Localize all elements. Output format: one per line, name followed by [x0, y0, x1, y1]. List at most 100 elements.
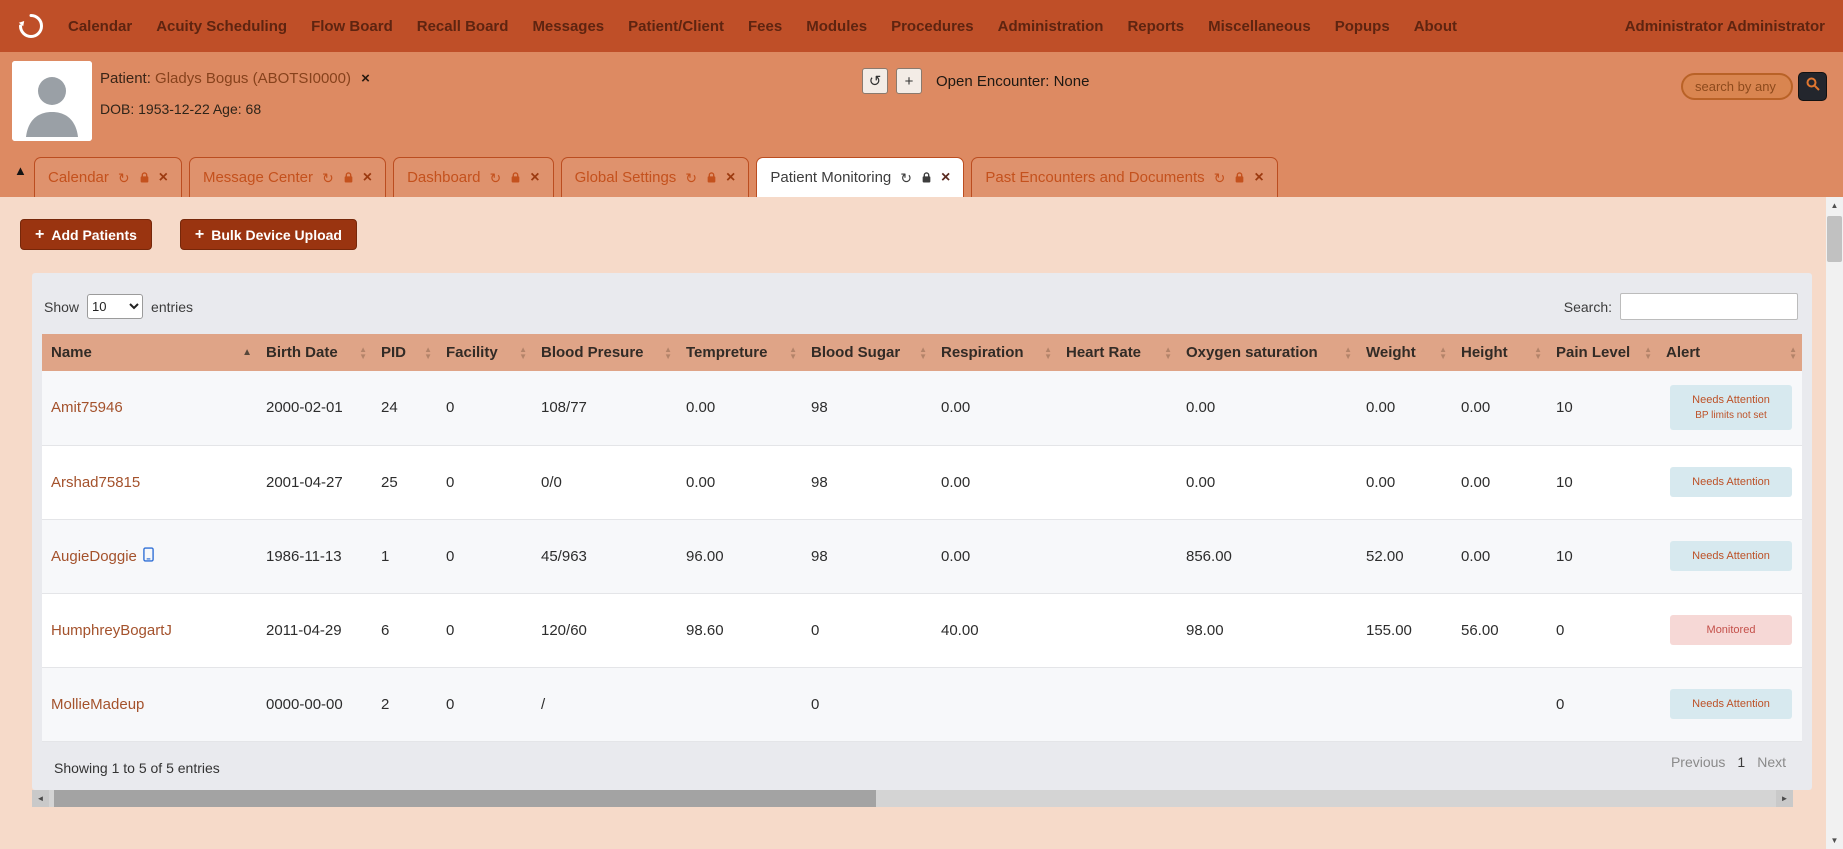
patient-row-link[interactable]: Arshad75815 [51, 474, 140, 491]
column-header-height[interactable]: Height ▲ ▼ [1452, 334, 1547, 371]
lock-icon[interactable] [921, 171, 932, 184]
refresh-icon[interactable]: ↻ [1214, 171, 1226, 185]
horizontal-scrollbar[interactable]: ◄ ► [32, 790, 1793, 807]
scroll-down-icon[interactable]: ▼ [1826, 832, 1843, 849]
cell-pain-level: 10 [1556, 399, 1573, 417]
column-header-heart-rate[interactable]: Heart Rate ▲ ▼ [1057, 334, 1177, 371]
tab-dashboard[interactable]: Dashboard ↻ × [393, 157, 554, 197]
sort-icon: ▲ ▼ [789, 344, 797, 361]
column-header-weight[interactable]: Weight ▲ ▼ [1357, 334, 1452, 371]
add-patients-button[interactable]: + Add Patients [20, 219, 152, 250]
nav-item-popups[interactable]: Popups [1335, 18, 1390, 35]
patient-row-link[interactable]: Amit75946 [51, 399, 123, 416]
lock-icon[interactable] [510, 171, 521, 184]
cell-height: 0.00 [1461, 399, 1491, 417]
vertical-scrollbar[interactable]: ▲ ▼ [1826, 197, 1843, 849]
pagination-next[interactable]: Next [1757, 754, 1786, 770]
column-header-facility[interactable]: Facility ▲ ▼ [437, 334, 532, 371]
app-logo-icon[interactable] [18, 13, 44, 39]
patient-row-link[interactable]: MollieMadeup [51, 696, 144, 713]
lock-icon[interactable] [139, 171, 150, 184]
column-header-alert[interactable]: Alert ▲ ▼ [1657, 334, 1802, 371]
nav-item-administration[interactable]: Administration [998, 18, 1104, 35]
refresh-icon[interactable]: ↻ [118, 171, 130, 185]
refresh-icon[interactable]: ↻ [900, 171, 912, 185]
close-tab-icon[interactable]: × [363, 169, 372, 187]
nav-item-calendar[interactable]: Calendar [68, 18, 132, 35]
column-header-name[interactable]: Name ▲ [42, 334, 257, 371]
column-header-oxygen-saturation[interactable]: Oxygen saturation ▲ ▼ [1177, 334, 1357, 371]
cell-temperature: 96.00 [686, 547, 724, 565]
encounter-history-button[interactable]: ↺ [862, 68, 888, 94]
nav-item-recall-board[interactable]: Recall Board [417, 18, 509, 35]
nav-item-fees[interactable]: Fees [748, 18, 782, 35]
nav-item-patient-client[interactable]: Patient/Client [628, 18, 724, 35]
lock-icon[interactable] [1234, 171, 1245, 184]
nav-item-miscellaneous[interactable]: Miscellaneous [1208, 18, 1311, 35]
cell-blood-pressure: 108/77 [541, 399, 587, 417]
cell-respiration: 0.00 [941, 399, 971, 417]
cell-oxygen-saturation: 0.00 [1186, 473, 1216, 491]
patient-search-button[interactable] [1798, 72, 1827, 101]
close-tab-icon[interactable]: × [726, 169, 735, 187]
pagination-previous[interactable]: Previous [1671, 754, 1725, 770]
column-header-pid[interactable]: PID ▲ ▼ [372, 334, 437, 371]
patient-row-link[interactable]: AugieDoggie [51, 548, 137, 565]
current-user-label[interactable]: Administrator Administrator [1625, 18, 1825, 35]
cell-pid: 2 [381, 695, 390, 713]
scroll-left-icon[interactable]: ◄ [32, 790, 49, 807]
scroll-up-icon[interactable]: ▲ [1826, 197, 1843, 214]
close-tab-icon[interactable]: × [159, 169, 168, 187]
nav-item-modules[interactable]: Modules [806, 18, 867, 35]
lock-icon[interactable] [343, 171, 354, 184]
refresh-icon[interactable]: ↻ [685, 171, 697, 185]
refresh-icon[interactable]: ↻ [489, 171, 501, 185]
column-header-pain-level[interactable]: Pain Level ▲ ▼ [1547, 334, 1657, 371]
sort-icon: ▲ ▼ [1789, 344, 1797, 361]
refresh-icon[interactable]: ↻ [322, 171, 334, 185]
tab-patient-monitoring[interactable]: Patient Monitoring ↻ × [756, 157, 965, 197]
patient-name-link[interactable]: Gladys Bogus (ABOTSI0000) [155, 70, 351, 87]
column-header-temperature[interactable]: Tempreture ▲ ▼ [677, 334, 802, 371]
tab-message-center[interactable]: Message Center ↻ × [188, 157, 387, 197]
cell-weight [1357, 667, 1452, 741]
close-patient-icon[interactable]: × [361, 70, 370, 87]
nav-item-reports[interactable]: Reports [1127, 18, 1184, 35]
nav-item-procedures[interactable]: Procedures [891, 18, 974, 35]
column-header-blood-pressure[interactable]: Blood Presure ▲ ▼ [532, 334, 677, 371]
tab-past-encounters-documents[interactable]: Past Encounters and Documents ↻ × [971, 157, 1278, 197]
cell-oxygen-saturation [1177, 667, 1357, 741]
cell-facility: 0 [446, 547, 455, 565]
device-icon[interactable] [143, 546, 154, 566]
column-header-blood-sugar[interactable]: Blood Sugar ▲ ▼ [802, 334, 932, 371]
column-header-respiration[interactable]: Respiration ▲ ▼ [932, 334, 1057, 371]
cell-pid: 25 [381, 473, 398, 491]
nav-item-messages[interactable]: Messages [532, 18, 604, 35]
nav-item-flow-board[interactable]: Flow Board [311, 18, 393, 35]
vertical-scrollbar-thumb[interactable] [1827, 216, 1842, 262]
table-row: Arshad75815 2001-04-27 25 0 0/0 0.00 98 … [42, 445, 1802, 519]
horizontal-scrollbar-thumb[interactable] [54, 790, 876, 807]
pagination-page-1[interactable]: 1 [1737, 754, 1745, 770]
close-tab-icon[interactable]: × [1254, 169, 1263, 187]
lock-icon[interactable] [706, 171, 717, 184]
table-search-input[interactable] [1620, 293, 1798, 320]
tab-global-settings[interactable]: Global Settings ↻ × [560, 157, 750, 197]
sort-icon: ▲ ▼ [519, 344, 527, 361]
table-controls: Show 10 entries Search: [32, 273, 1812, 334]
collapse-tabs-icon[interactable]: ▲ [14, 163, 27, 178]
patient-search-input[interactable] [1681, 73, 1793, 100]
close-tab-icon[interactable]: × [530, 169, 539, 187]
column-header-birth-date[interactable]: Birth Date ▲ ▼ [257, 334, 372, 371]
close-tab-icon[interactable]: × [941, 169, 950, 187]
sort-icon: ▲ ▼ [1164, 344, 1172, 361]
bulk-device-upload-button[interactable]: + Bulk Device Upload [179, 219, 357, 250]
nav-item-acuity-scheduling[interactable]: Acuity Scheduling [156, 18, 287, 35]
new-encounter-button[interactable]: + [896, 68, 922, 94]
tab-calendar[interactable]: Calendar ↻ × [34, 157, 182, 197]
patient-row-link[interactable]: HumphreyBogartJ [51, 622, 172, 639]
nav-item-about[interactable]: About [1414, 18, 1457, 35]
page-length-select[interactable]: 10 [87, 294, 144, 319]
cell-heart-rate [1057, 371, 1177, 445]
scroll-right-icon[interactable]: ► [1776, 790, 1793, 807]
